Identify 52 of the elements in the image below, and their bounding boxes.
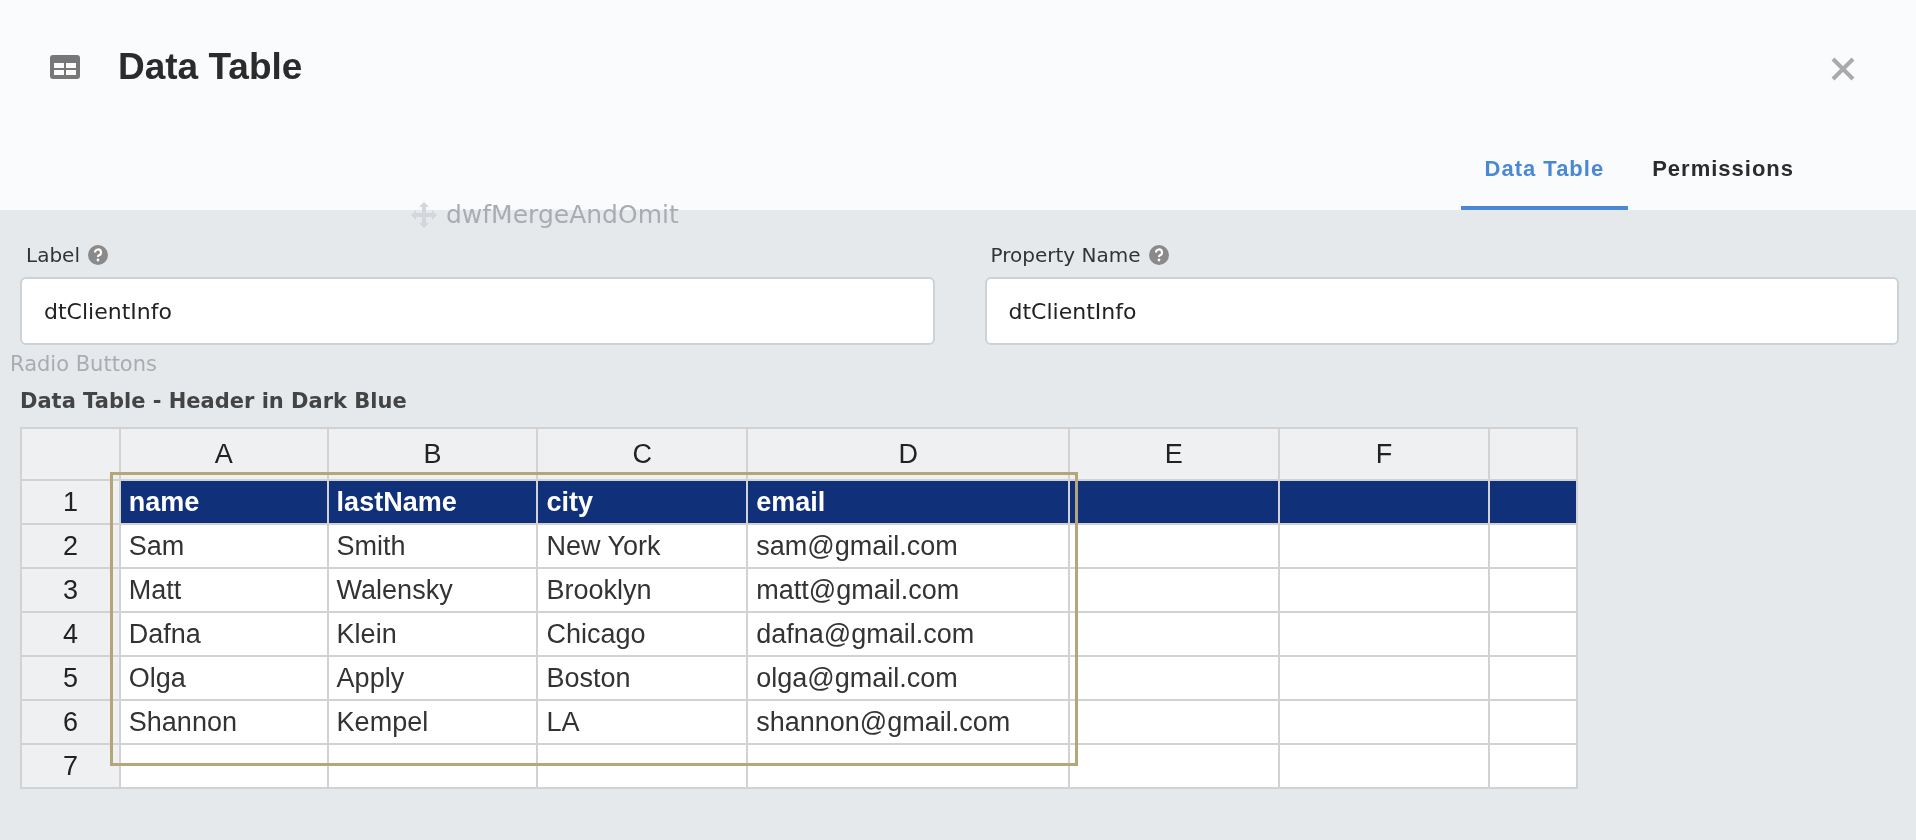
table-cell: Klein	[327, 612, 538, 656]
table-cell: Shannon	[119, 700, 328, 744]
help-icon[interactable]	[1148, 245, 1169, 265]
column-header[interactable]: F	[1278, 428, 1490, 480]
background-text: Radio Buttons	[10, 352, 157, 376]
help-icon[interactable]	[87, 245, 108, 265]
row-number[interactable]: 5	[21, 656, 120, 700]
row-number[interactable]: 2	[21, 524, 120, 568]
table-cell: Dafna	[119, 612, 328, 656]
header-cell: email	[747, 480, 1070, 524]
dialog-title: Data Table	[118, 46, 303, 88]
table-icon	[50, 55, 80, 79]
column-header[interactable]: C	[537, 428, 748, 480]
table-cell: Boston	[537, 656, 748, 700]
input-field[interactable]: dtClientInfo	[20, 277, 935, 345]
column-header[interactable]: E	[1069, 428, 1279, 480]
field-label: Property Name	[990, 243, 1141, 267]
column-header[interactable]: D	[747, 428, 1070, 480]
column-header[interactable]: B	[327, 428, 538, 480]
table-cell: Smith	[327, 524, 538, 568]
table-cell: LA	[537, 700, 748, 744]
row-number[interactable]: 4	[21, 612, 120, 656]
table-cell: Matt	[119, 568, 328, 612]
row-number[interactable]: 7	[21, 744, 120, 788]
header-cell: name	[119, 480, 328, 524]
field-label: Label	[26, 243, 80, 267]
row-number[interactable]: 3	[21, 568, 120, 612]
move-icon	[410, 200, 438, 229]
table-cell: sam@gmail.com	[747, 524, 1070, 568]
table-cell: shannon@gmail.com	[747, 700, 1070, 744]
table-cell: New York	[537, 524, 748, 568]
background-text: dwfMergeAndOmit	[446, 200, 679, 229]
header-cell: lastName	[327, 480, 538, 524]
table-cell: Chicago	[537, 612, 748, 656]
table-cell: matt@gmail.com	[747, 568, 1070, 612]
table-cell: Walensky	[327, 568, 538, 612]
table-cell: Brooklyn	[537, 568, 748, 612]
table-cell: dafna@gmail.com	[747, 612, 1070, 656]
table-cell: Sam	[119, 524, 328, 568]
table-cell: olga@gmail.com	[747, 656, 1070, 700]
tab[interactable]: Data Table	[1460, 132, 1629, 210]
row-number[interactable]: 6	[21, 700, 120, 744]
table-cell: Kempel	[327, 700, 538, 744]
header-cell: city	[537, 480, 748, 524]
input-field[interactable]: dtClientInfo	[984, 277, 1899, 345]
column-header[interactable]: A	[119, 428, 328, 480]
row-number[interactable]: 1	[21, 480, 120, 524]
table-cell: Apply	[327, 656, 538, 700]
tab[interactable]: Permissions	[1628, 132, 1818, 210]
table-cell: Olga	[119, 656, 328, 700]
table-title: Data Table - Header in Dark Blue	[20, 389, 408, 413]
close-icon[interactable]	[1830, 56, 1856, 82]
